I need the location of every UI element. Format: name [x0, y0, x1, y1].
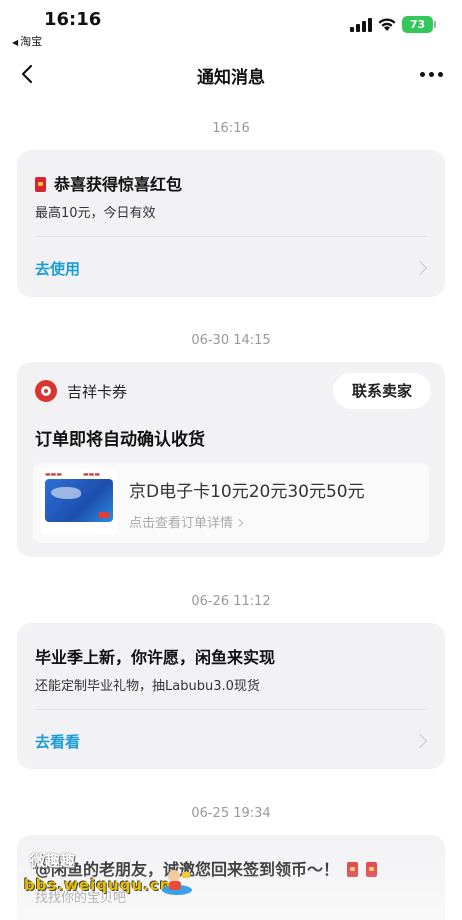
message-card-order[interactable]: 吉祥卡券 联系卖家 订单即将自动确认收货 ▬▬▬ ▬▬▬ 京D电子卡10元20元… — [17, 362, 445, 557]
view-order-details-label: 点击查看订单详情 — [129, 516, 234, 531]
message-subtitle: 还能定制毕业礼物，抽Labubu3.0现货 — [35, 679, 260, 694]
message-timestamp: 06-26 11:12 — [191, 594, 271, 609]
message-title-text: 恭喜获得惊喜红包 — [54, 175, 183, 194]
order-product-item[interactable]: ▬▬▬ ▬▬▬ 京D电子卡10元20元30元50元 点击查看订单详情 — [33, 463, 429, 543]
view-order-details-link[interactable]: 点击查看订单详情 — [129, 512, 244, 531]
chevron-right-icon — [234, 518, 244, 528]
gift-card-image — [45, 479, 113, 522]
contact-seller-button[interactable]: 联系卖家 — [333, 373, 431, 409]
back-app-label: 淘宝 — [20, 35, 43, 48]
product-thumbnail: ▬▬▬ ▬▬▬ — [41, 469, 117, 535]
shop-logo-icon — [35, 380, 57, 402]
message-card-redpacket[interactable]: 恭喜获得惊喜红包 最高10元，今日有效 去使用 — [17, 150, 445, 297]
nav-bar: 通知消息 — [0, 52, 462, 96]
message-card-promotion[interactable]: 毕业季上新，你许愿，闲鱼来实现 还能定制毕业礼物，抽Labubu3.0现货 去看… — [17, 623, 445, 769]
red-envelope-icon — [347, 862, 359, 877]
battery-icon: 73 — [402, 16, 436, 33]
thumbnail-decoration: ▬▬▬ — [83, 471, 101, 478]
message-title: 恭喜获得惊喜红包 — [35, 171, 182, 195]
wifi-icon — [378, 18, 396, 31]
chevron-right-icon — [412, 260, 428, 276]
watermark-mascot-icon — [162, 870, 192, 895]
message-title: 订单即将自动确认收货 — [35, 430, 205, 450]
message-timestamp: 06-25 19:34 — [191, 806, 271, 821]
take-a-look-link[interactable]: 去看看 — [35, 731, 80, 752]
use-now-link[interactable]: 去使用 — [35, 258, 80, 279]
thumbnail-decoration: ▬▬▬ — [45, 471, 63, 478]
card-divider — [35, 709, 427, 710]
back-to-app-link[interactable]: ◀ 淘宝 — [12, 33, 42, 49]
watermark-url: bbs.weiququ.cn — [24, 876, 172, 894]
message-title: 毕业季上新，你许愿，闲鱼来实现 — [35, 648, 276, 667]
back-triangle-icon: ◀ — [12, 38, 19, 47]
status-bar: 16:16 ◀ 淘宝 73 — [0, 0, 462, 50]
red-envelope-icon — [366, 862, 378, 877]
status-time: 16:16 — [44, 9, 102, 30]
message-timestamp: 16:16 — [212, 121, 250, 136]
page-title: 通知消息 — [197, 68, 265, 88]
chevron-right-icon — [412, 733, 428, 749]
card-divider — [35, 236, 427, 237]
battery-level: 73 — [409, 18, 426, 31]
product-name: 京D电子卡10元20元30元50元 — [129, 482, 365, 502]
message-subtitle: 最高10元，今日有效 — [35, 206, 156, 221]
shop-name: 吉祥卡券 — [67, 383, 128, 401]
red-envelope-icon — [35, 177, 46, 192]
cellular-signal-icon — [350, 18, 372, 32]
watermark-text: 微趣趣 — [30, 852, 76, 870]
message-timestamp: 06-30 14:15 — [191, 333, 271, 348]
more-options-icon[interactable] — [420, 64, 446, 84]
